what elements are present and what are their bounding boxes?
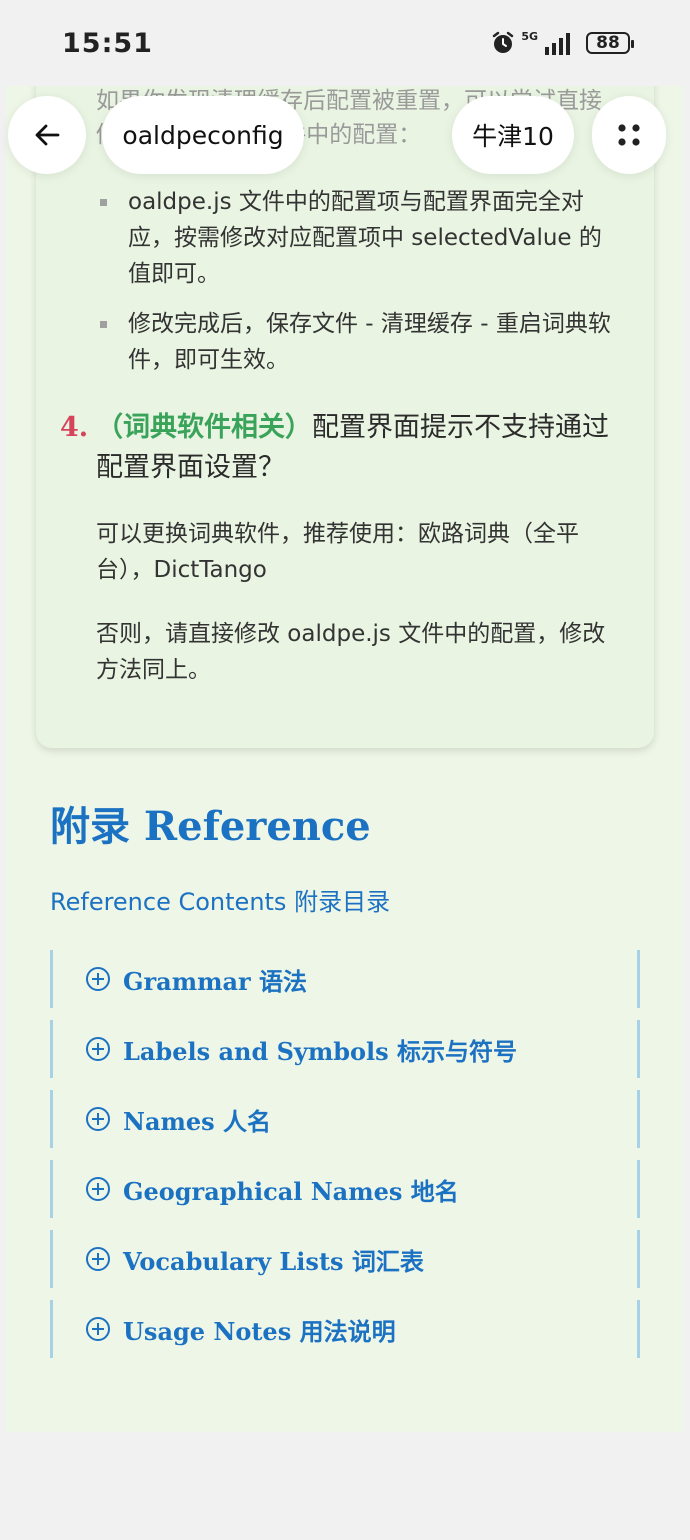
network-type: 5G: [521, 30, 538, 43]
reference-item-geographical-names[interactable]: Geographical Names 地名: [50, 1160, 640, 1218]
reference-title: 附录 Reference: [50, 803, 371, 850]
grid-dots-icon: [618, 124, 640, 146]
bullet-list: oaldpe.js 文件中的配置项与配置界面完全对应，按需修改对应配置项中 se…: [96, 184, 616, 392]
faq-question-4: 4. （词典软件相关）配置界面提示不支持通过配置界面设置？: [60, 408, 630, 488]
reference-item-label: Grammar 语法: [123, 966, 308, 996]
list-item: oaldpe.js 文件中的配置项与配置界面完全对应，按需修改对应配置项中 se…: [96, 184, 616, 292]
circle-plus-icon: [86, 1317, 110, 1341]
alarm-clock-icon: [493, 31, 514, 53]
reference-item-labels-symbols[interactable]: Labels and Symbols 标示与符号: [50, 1020, 640, 1078]
reference-item-label: Labels and Symbols 标示与符号: [123, 1036, 518, 1066]
page-content: 如果你发现清理缓存后配置被重置，可以尝试直接修改 oaldpe.js 文件中的配…: [6, 70, 684, 1432]
signal-bars-icon: [545, 33, 570, 55]
page-title[interactable]: oaldpeconfig: [102, 96, 304, 174]
answer-paragraph-1: 可以更换词典软件，推荐使用：欧路词典（全平台），DictTango: [96, 521, 579, 583]
question-number: 4.: [60, 412, 89, 443]
reference-item-names[interactable]: Names 人名: [50, 1090, 640, 1148]
circle-plus-icon: [86, 967, 110, 991]
reference-item-grammar[interactable]: Grammar 语法: [50, 950, 640, 1008]
top-bar: oaldpeconfig 牛津10: [0, 96, 690, 176]
battery-level: 88: [596, 33, 620, 53]
battery-indicator: 88: [586, 32, 634, 54]
reference-item-label: Usage Notes 用法说明: [123, 1316, 396, 1346]
circle-plus-icon: [86, 1247, 110, 1271]
dictionary-selector[interactable]: 牛津10: [452, 96, 574, 174]
circle-plus-icon: [86, 1177, 110, 1201]
circle-plus-icon: [86, 1107, 110, 1131]
menu-button[interactable]: [592, 96, 666, 174]
status-time: 15:51: [62, 28, 153, 59]
status-icons: 5G 88: [491, 28, 634, 58]
question-tag: （词典软件相关）: [96, 412, 312, 443]
reference-item-label: Names 人名: [123, 1106, 272, 1136]
answer-paragraph-2: 否则，请直接修改 oaldpe.js 文件中的配置，修改方法同上。: [96, 621, 606, 683]
reference-item-label: Vocabulary Lists 词汇表: [123, 1246, 424, 1276]
reference-item-label: Geographical Names 地名: [123, 1176, 459, 1206]
reference-item-usage-notes[interactable]: Usage Notes 用法说明: [50, 1300, 640, 1358]
reference-item-vocabulary-lists[interactable]: Vocabulary Lists 词汇表: [50, 1230, 640, 1288]
list-item: 修改完成后，保存文件 - 清理缓存 - 重启词典软件，即可生效。: [96, 306, 616, 378]
reference-subtitle: Reference Contents 附录目录: [50, 888, 391, 916]
arrow-left-icon: [35, 124, 60, 146]
reference-list: Grammar 语法 Labels and Symbols 标示与符号 Name…: [50, 950, 640, 1370]
circle-plus-icon: [86, 1037, 110, 1061]
status-bar: 15:51 5G 88: [0, 0, 690, 86]
back-button[interactable]: [8, 96, 86, 174]
